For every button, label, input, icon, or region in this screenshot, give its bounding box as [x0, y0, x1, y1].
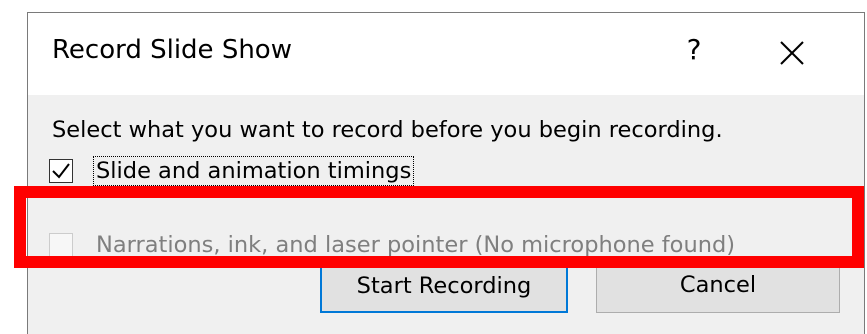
dialog-title: Record Slide Show [52, 35, 292, 65]
slide-animation-timings-option[interactable]: Slide and animation timings [49, 151, 415, 191]
dialog-body: Select what you want to record before yo… [28, 95, 864, 334]
close-icon [780, 41, 804, 65]
close-button[interactable] [768, 29, 816, 77]
start-recording-button[interactable]: Start Recording [320, 259, 568, 313]
narrations-ink-laser-checkbox [49, 233, 73, 257]
screenshot-stage: Record Slide Show ? Select what you want… [0, 0, 867, 334]
slide-animation-timings-label[interactable]: Slide and animation timings [92, 156, 415, 186]
cancel-button[interactable]: Cancel [596, 259, 840, 313]
dialog-title-bar: Record Slide Show ? [28, 13, 864, 95]
recording-prompt: Select what you want to record before yo… [52, 117, 723, 143]
checkmark-icon [52, 163, 70, 179]
narrations-ink-laser-label: Narrations, ink, and laser pointer (No m… [96, 232, 736, 258]
slide-animation-timings-checkbox[interactable] [49, 159, 73, 183]
record-slide-show-dialog: Record Slide Show ? Select what you want… [27, 12, 865, 334]
help-button[interactable]: ? [670, 27, 718, 75]
